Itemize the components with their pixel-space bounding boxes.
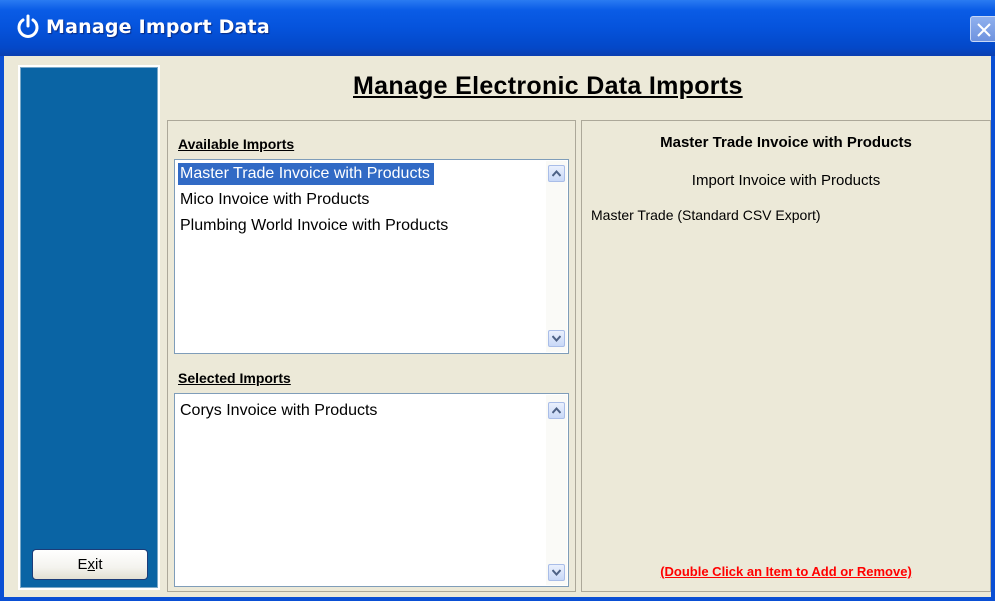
page-title: Manage Electronic Data Imports — [353, 72, 743, 100]
selected-imports-label: Selected Imports — [178, 370, 291, 386]
list-item[interactable]: Corys Invoice with Products — [178, 400, 381, 422]
detail-title: Master Trade Invoice with Products — [660, 134, 912, 151]
available-imports-label: Available Imports — [178, 136, 295, 152]
list-item[interactable]: Plumbing World Invoice with Products — [178, 215, 452, 237]
scroll-up-button[interactable] — [548, 402, 565, 419]
power-icon — [17, 14, 39, 38]
title-bar[interactable]: Manage Import Data — [0, 0, 995, 56]
sidebar — [18, 65, 160, 590]
chevron-up-icon — [552, 170, 561, 177]
selected-scrollbar[interactable] — [546, 395, 567, 585]
list-item[interactable]: Master Trade Invoice with Products — [178, 163, 434, 185]
chevron-down-icon — [552, 569, 561, 576]
window-title: Manage Import Data — [46, 16, 270, 38]
detail-description: Import Invoice with Products — [691, 172, 881, 189]
exit-label: Exit — [77, 556, 103, 573]
available-scrollbar[interactable] — [546, 161, 567, 352]
chevron-up-icon — [552, 407, 561, 414]
scroll-down-button[interactable] — [548, 330, 565, 347]
exit-button[interactable]: Exit — [32, 549, 148, 580]
details-panel: Master Trade Invoice with Products Impor… — [581, 120, 991, 592]
close-button[interactable] — [970, 16, 995, 42]
available-imports-list[interactable]: Master Trade Invoice with Products Mico … — [174, 159, 569, 354]
hint-text: (Double Click an Item to Add or Remove) — [660, 564, 912, 579]
scroll-down-button[interactable] — [548, 564, 565, 581]
detail-source: Master Trade (Standard CSV Export) — [591, 207, 821, 223]
close-icon — [977, 23, 991, 37]
selected-imports-list[interactable]: Corys Invoice with Products — [174, 393, 569, 587]
chevron-down-icon — [552, 335, 561, 342]
scroll-up-button[interactable] — [548, 165, 565, 182]
imports-panel: Available Imports Master Trade Invoice w… — [167, 120, 576, 592]
list-item[interactable]: Mico Invoice with Products — [178, 189, 373, 211]
